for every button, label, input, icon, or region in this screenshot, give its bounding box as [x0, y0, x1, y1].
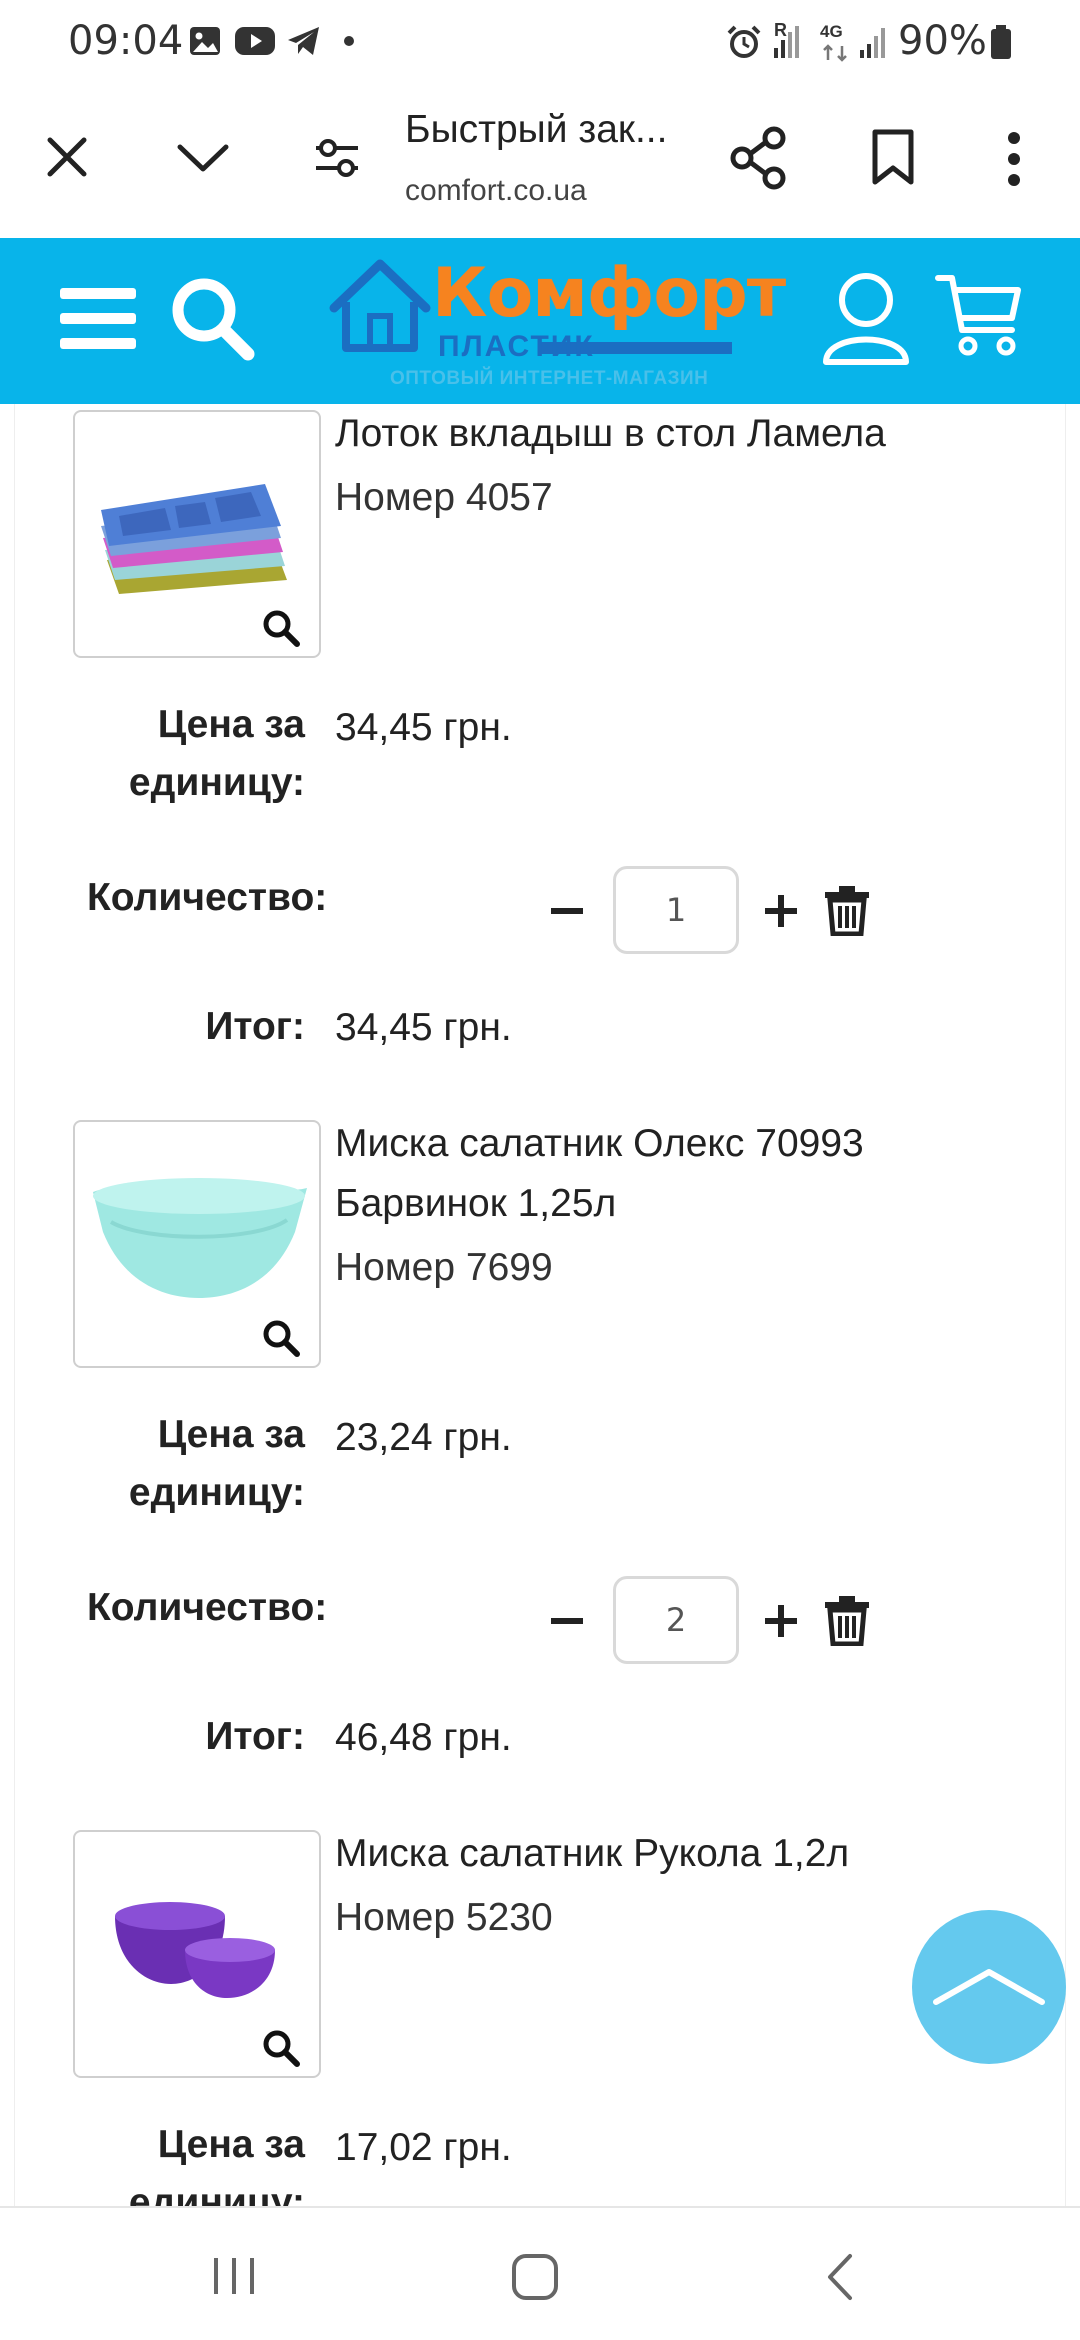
site-header: Комфорт ПЛАСТИК ОПТОВЫЙ ИНТЕРНЕТ-МАГАЗИН	[0, 238, 1080, 404]
page-title[interactable]: Быстрый зак...	[405, 108, 667, 152]
item-total: 34,45 грн.	[335, 1006, 512, 1049]
price-label: Цена за единицу:	[75, 1406, 305, 1522]
product-name[interactable]: Лоток вкладыш в стол Ламела	[335, 404, 1035, 464]
product-number: Номер 4057	[335, 476, 553, 519]
product-number: Номер 7699	[335, 1246, 553, 1289]
logo-main-text[interactable]: Комфорт	[432, 254, 786, 333]
product-thumbnail[interactable]	[73, 1120, 321, 1368]
product-thumbnail[interactable]	[73, 410, 321, 658]
decrease-quantity-button[interactable]	[551, 908, 583, 914]
trash-icon[interactable]	[823, 1594, 871, 1646]
product-name[interactable]: Миска салатник Олекс 70993 Барвинок 1,25…	[335, 1114, 1035, 1234]
price-label-line1: Цена за	[157, 1413, 305, 1456]
signal-sim1-icon	[774, 26, 799, 58]
battery-percentage: 90%	[898, 18, 987, 64]
chevron-up-icon	[933, 1969, 1045, 2005]
gallery-notification-icon	[190, 27, 220, 55]
telegram-notification-icon	[288, 27, 319, 55]
zoom-icon[interactable]	[261, 1318, 301, 1358]
logo-sub-text: ПЛАСТИК	[438, 330, 595, 363]
network-type-label: 4G	[820, 22, 843, 41]
product-thumbnail[interactable]	[73, 1830, 321, 2078]
increase-quantity-button-vertical[interactable]	[778, 1605, 784, 1637]
unit-price: 23,24 грн.	[335, 1416, 512, 1459]
quantity-input[interactable]: 2	[613, 1576, 739, 1664]
cart-icon[interactable]	[934, 272, 1024, 362]
price-label-line1: Цена за	[157, 2123, 305, 2166]
menu-icon[interactable]	[58, 284, 138, 354]
status-bar: 09:04 R 4G 90%	[0, 0, 1080, 84]
home-icon[interactable]	[510, 2252, 560, 2302]
bookmark-icon[interactable]	[870, 128, 916, 186]
price-label-line2: единицу:	[128, 2181, 305, 2206]
battery-icon	[991, 25, 1011, 59]
more-vert-icon[interactable]	[1004, 130, 1024, 188]
close-icon[interactable]	[44, 134, 90, 180]
trash-icon[interactable]	[823, 884, 871, 936]
logo-tagline: ОПТОВЫЙ ИНТЕРНЕТ-МАГАЗИН	[390, 368, 709, 389]
price-label: Цена за единицу:	[75, 696, 305, 812]
page-domain[interactable]: comfort.co.ua	[405, 174, 587, 208]
product-number: Номер 5230	[335, 1896, 553, 1939]
system-navigation-bar	[0, 2206, 1080, 2340]
back-icon[interactable]	[822, 2252, 858, 2302]
data-arrows-icon	[823, 44, 847, 62]
browser-toolbar: Быстрый зак... comfort.co.ua	[0, 84, 1080, 238]
unit-price: 34,45 грн.	[335, 706, 512, 749]
total-label: Итог:	[205, 1005, 305, 1048]
unit-price: 17,02 грн.	[335, 2126, 512, 2169]
alarm-icon	[727, 25, 761, 58]
status-time: 09:04	[68, 18, 184, 64]
recent-apps-icon[interactable]	[210, 2254, 258, 2298]
share-icon[interactable]	[728, 126, 788, 190]
total-label: Итог:	[205, 1715, 305, 1758]
signal-sim2-icon	[860, 28, 885, 58]
item-total: 46,48 грн.	[335, 1716, 512, 1759]
user-icon[interactable]	[822, 270, 910, 366]
price-label-line2: единицу:	[128, 761, 305, 804]
increase-quantity-button-vertical[interactable]	[778, 895, 784, 927]
price-label-line1: Цена за	[157, 703, 305, 746]
chevron-down-icon[interactable]	[176, 142, 230, 174]
price-label: Цена за единицу:	[75, 2116, 305, 2206]
quantity-input[interactable]: 1	[613, 866, 739, 954]
page-settings-icon[interactable]	[312, 136, 362, 180]
product-name[interactable]: Миска салатник Рукола 1,2л	[335, 1824, 1035, 1884]
quantity-label: Количество:	[87, 1586, 328, 1629]
quantity-label: Количество:	[87, 876, 328, 919]
price-label-line2: единицу:	[128, 1471, 305, 1514]
more-notifications-icon	[344, 36, 354, 46]
zoom-icon[interactable]	[261, 608, 301, 648]
logo-house-icon	[329, 259, 431, 352]
search-icon[interactable]	[168, 274, 258, 364]
youtube-notification-icon	[235, 27, 275, 55]
decrease-quantity-button[interactable]	[551, 1618, 583, 1624]
zoom-icon[interactable]	[261, 2028, 301, 2068]
cart-items-list: Лоток вкладыш в стол Ламела Номер 4057 Ц…	[14, 404, 1066, 2206]
scroll-to-top-button[interactable]	[912, 1910, 1066, 2064]
